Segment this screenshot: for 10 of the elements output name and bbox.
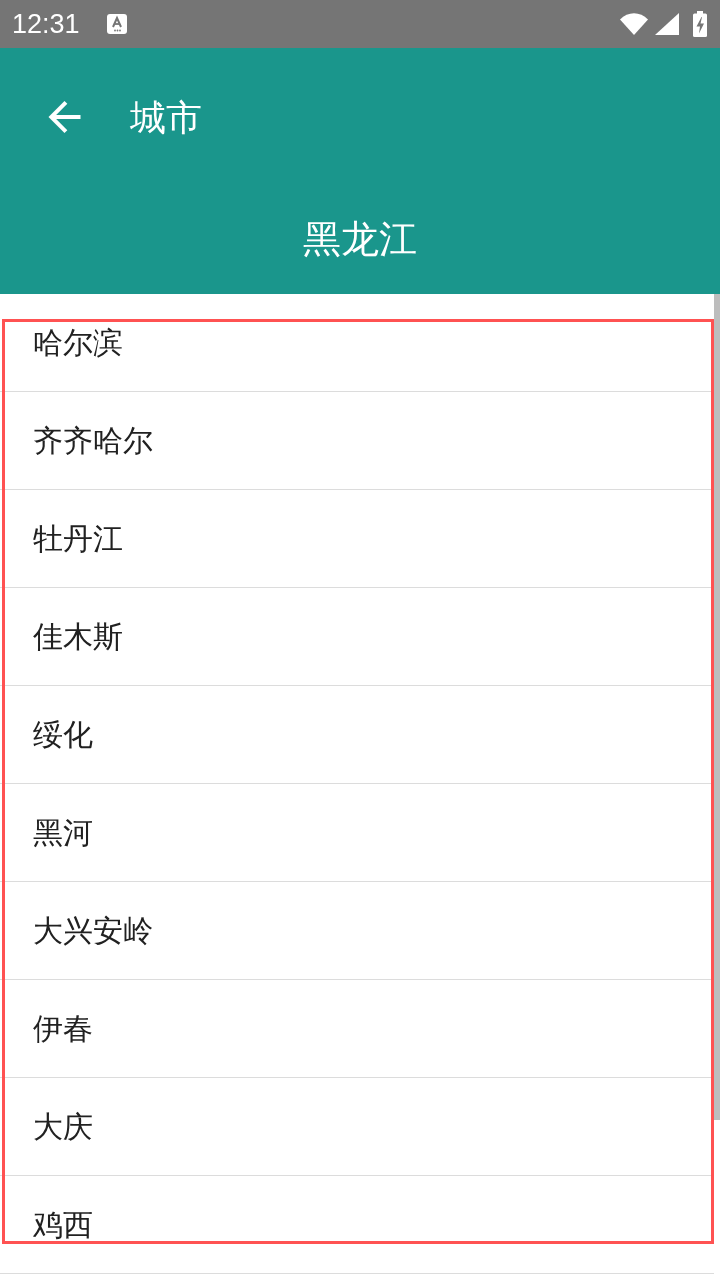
- wifi-icon: [620, 13, 648, 35]
- screen-title: 城市: [130, 95, 202, 140]
- city-item[interactable]: 鸡西: [0, 1176, 714, 1274]
- status-time: 12:31: [12, 10, 80, 38]
- province-title: 黑龙江: [303, 217, 417, 263]
- signal-icon: [655, 13, 679, 35]
- city-item[interactable]: 大庆: [0, 1078, 714, 1176]
- back-arrow-icon: [47, 101, 81, 133]
- notification-icon: [106, 14, 127, 34]
- battery-icon: [693, 11, 707, 37]
